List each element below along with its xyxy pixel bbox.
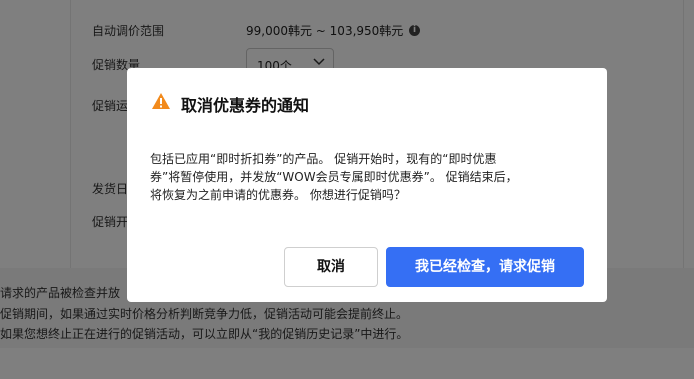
warning-icon (152, 93, 170, 109)
dialog-title: 取消优惠券的通知 (181, 96, 310, 115)
dialog-message-line: 包括已应用“即时折扣券”的产品。 促销开始时，现有的“即时优惠 (150, 152, 497, 166)
dialog-message-line: 券”将暂停使用，并发放“WOW会员专属即时优惠券”。 促销结束后， (150, 170, 518, 184)
dialog-message-line: 将恢复为之前申请的优惠券。 你想进行促销吗？ (150, 188, 406, 202)
cancel-button[interactable]: 取消 (284, 247, 378, 287)
coupon-cancel-dialog: 取消优惠券的通知 包括已应用“即时折扣券”的产品。 促销开始时，现有的“即时优惠… (127, 68, 607, 302)
dialog-message: 包括已应用“即时折扣券”的产品。 促销开始时，现有的“即时优惠 券”将暂停使用，… (150, 150, 582, 204)
request-promotion-button[interactable]: 我已经检查，请求促销 (386, 247, 584, 287)
